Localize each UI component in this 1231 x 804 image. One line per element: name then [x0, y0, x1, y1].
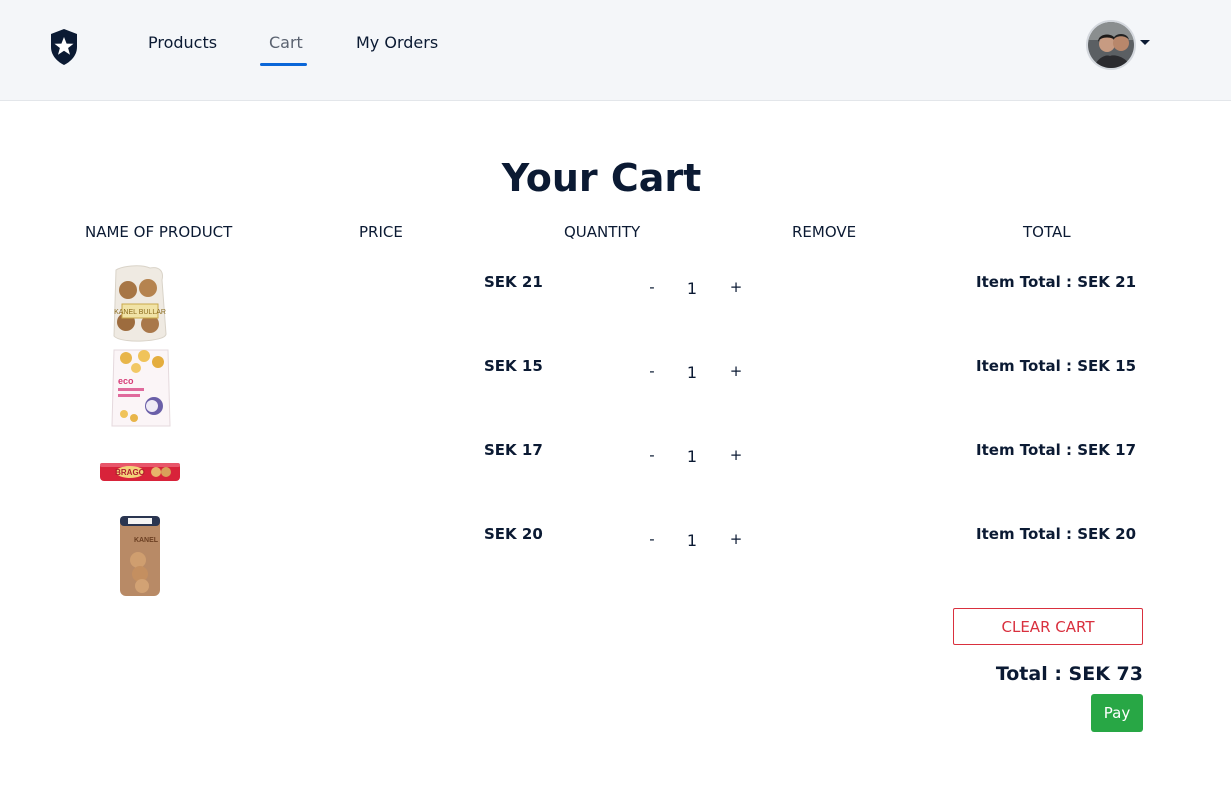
- clear-cart-button[interactable]: CLEAR CART: [953, 608, 1143, 645]
- column-header-quantity: QUANTITY: [564, 223, 641, 241]
- user-avatar[interactable]: [1086, 20, 1136, 70]
- cart-row: KANEL SEK 20 - 1 + Item Total : SEK 20: [0, 516, 1231, 600]
- cart-row: KANEL BULLAR SEK 21 - 1 + Item Total : S…: [0, 264, 1231, 348]
- product-image-label: eco: [118, 376, 134, 386]
- increase-quantity-button[interactable]: +: [728, 278, 744, 296]
- item-total: Item Total : SEK 21: [976, 273, 1136, 291]
- item-total: Item Total : SEK 15: [976, 357, 1136, 375]
- item-price: SEK 20: [484, 525, 543, 543]
- avatar-photo-icon: [1088, 22, 1134, 68]
- cart-row: BRAGO SEK 17 - 1 + Item Total : SEK 17: [0, 432, 1231, 516]
- product-image-label: KANEL: [134, 537, 159, 544]
- decrease-quantity-button[interactable]: -: [644, 278, 660, 296]
- column-header-remove: REMOVE: [792, 223, 857, 241]
- product-image-kanel-crispbread: KANEL: [120, 516, 160, 596]
- navbar: Products Cart My Orders: [0, 0, 1231, 101]
- product-image-eco-snack: eco: [111, 349, 171, 427]
- decrease-quantity-button[interactable]: -: [644, 446, 660, 464]
- product-image-label: BRAGO: [115, 468, 145, 477]
- nav-my-orders-link[interactable]: My Orders: [356, 33, 438, 52]
- shield-star-logo-icon[interactable]: [48, 28, 80, 66]
- page-title: Your Cart: [501, 156, 702, 200]
- quantity-value: 1: [686, 447, 698, 466]
- column-header-total: TOTAL: [1023, 223, 1071, 241]
- item-price: SEK 17: [484, 441, 543, 459]
- increase-quantity-button[interactable]: +: [728, 446, 744, 464]
- pay-button[interactable]: Pay: [1091, 694, 1143, 732]
- cart-row: eco SEK 15 - 1 + Item Total : SEK 15: [0, 348, 1231, 432]
- nav-products-link[interactable]: Products: [148, 33, 217, 52]
- increase-quantity-button[interactable]: +: [728, 530, 744, 548]
- chevron-down-icon[interactable]: [1140, 40, 1150, 45]
- quantity-value: 1: [686, 279, 698, 298]
- cart-grand-total: Total : SEK 73: [995, 663, 1143, 685]
- quantity-value: 1: [686, 363, 698, 382]
- increase-quantity-button[interactable]: +: [728, 362, 744, 380]
- item-total: Item Total : SEK 17: [976, 441, 1136, 459]
- product-image-kanelbullar: KANEL BULLAR: [113, 265, 167, 342]
- item-total: Item Total : SEK 20: [976, 525, 1136, 543]
- decrease-quantity-button[interactable]: -: [644, 362, 660, 380]
- column-header-name: NAME OF PRODUCT: [85, 223, 233, 241]
- decrease-quantity-button[interactable]: -: [644, 530, 660, 548]
- nav-cart-link[interactable]: Cart: [269, 33, 303, 52]
- quantity-value: 1: [686, 531, 698, 550]
- item-price: SEK 21: [484, 273, 543, 291]
- active-tab-indicator: [260, 63, 307, 66]
- product-image-brago: BRAGO: [100, 463, 180, 481]
- product-image-label: KANEL BULLAR: [114, 309, 166, 316]
- item-price: SEK 15: [484, 357, 543, 375]
- column-header-price: PRICE: [359, 223, 403, 241]
